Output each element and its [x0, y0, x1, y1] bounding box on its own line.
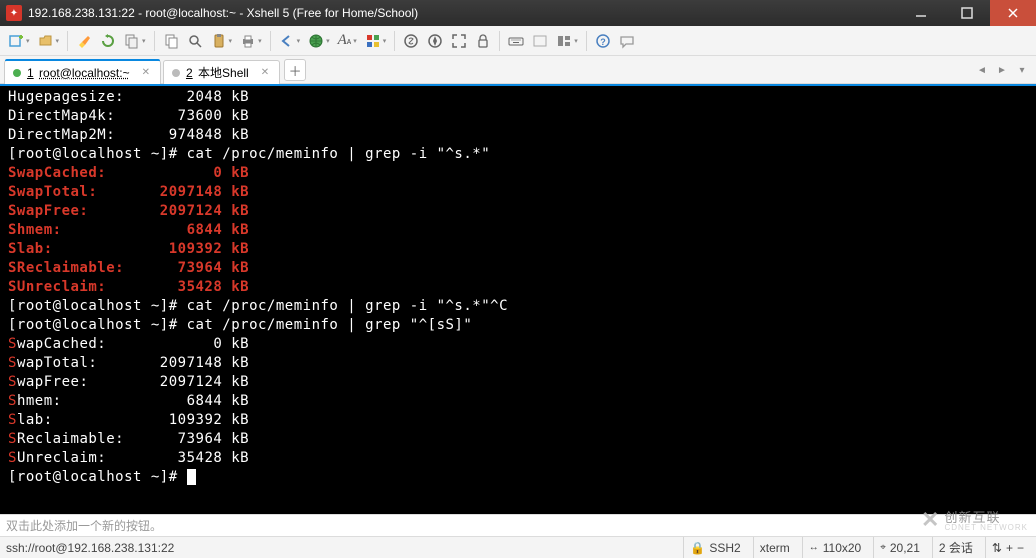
status-size: 110x20 — [823, 541, 861, 555]
lock-icon: 🔒 — [690, 541, 705, 555]
blank-button[interactable] — [528, 29, 552, 53]
chevron-down-icon: ▾ — [229, 37, 233, 45]
tab-session-1[interactable]: 1 root@localhost:~ ✕ — [4, 60, 161, 84]
tab-next-button[interactable]: ► — [992, 60, 1012, 80]
chevron-down-icon: ▾ — [353, 37, 357, 45]
chevron-down-icon: ▾ — [258, 37, 262, 45]
fullscreen-button[interactable] — [447, 29, 471, 53]
copy-button[interactable] — [159, 29, 183, 53]
toolbar: ▾ ▾ ▾ ▾ ▾ ▾ ▾ Aᴀ▾ ▾ ▾ ? — [0, 26, 1036, 56]
print-button[interactable]: ▾ — [236, 29, 266, 53]
app-icon: ✦ — [6, 5, 22, 21]
back-button[interactable]: ▾ — [275, 29, 305, 53]
color-button[interactable]: ▾ — [361, 29, 391, 53]
font-button[interactable]: Aᴀ▾ — [334, 29, 361, 53]
find-button[interactable] — [183, 29, 207, 53]
chevron-down-icon: ▾ — [574, 37, 578, 45]
tab-prev-button[interactable]: ◄ — [972, 60, 992, 80]
minus-icon: − — [1017, 541, 1024, 555]
tab-number: 2 — [186, 66, 193, 80]
tab-list-button[interactable]: ▾ — [1012, 60, 1032, 80]
tab-label: root@localhost:~ — [39, 66, 130, 80]
chevron-down-icon: ▾ — [297, 37, 301, 45]
tab-close-button[interactable]: ✕ — [261, 67, 269, 78]
tabbar: 1 root@localhost:~ ✕ 2 本地Shell ✕ ＋ ◄ ► ▾ — [0, 56, 1036, 84]
panes-button[interactable]: ▾ — [552, 29, 582, 53]
keyboard-button[interactable] — [504, 29, 528, 53]
script-button[interactable] — [399, 29, 423, 53]
tab-number: 1 — [27, 66, 34, 80]
tab-session-2[interactable]: 2 本地Shell ✕ — [163, 60, 280, 84]
plus-icon: + — [1006, 541, 1013, 555]
chevron-down-icon: ▾ — [142, 37, 146, 45]
status-lock: 🔒 SSH2 — [683, 537, 746, 558]
toolbar-separator — [270, 31, 271, 51]
properties-button[interactable]: ▾ — [120, 29, 150, 53]
window-buttons — [898, 0, 1036, 26]
chevron-down-icon: ▾ — [383, 37, 387, 45]
globe-button[interactable]: ▾ — [304, 29, 334, 53]
toolbar-separator — [154, 31, 155, 51]
tab-nav: ◄ ► ▾ — [972, 60, 1032, 80]
status-dot-connected-icon — [13, 69, 21, 77]
compass-button[interactable] — [423, 29, 447, 53]
titlebar-text: 192.168.238.131:22 - root@localhost:~ - … — [28, 6, 898, 20]
tab-close-button[interactable]: ✕ — [142, 67, 150, 78]
minimize-button[interactable] — [898, 0, 944, 26]
new-session-button[interactable]: ▾ — [4, 29, 34, 53]
status-proto: SSH2 — [709, 541, 740, 555]
lock-button[interactable] — [471, 29, 495, 53]
chevron-down-icon: ▾ — [326, 37, 330, 45]
chevron-down-icon: ▾ — [56, 37, 60, 45]
status-term: xterm — [753, 537, 796, 558]
terminal[interactable]: Hugepagesize: 2048 kBDirectMap4k: 73600 … — [0, 86, 1036, 514]
svg-text:?: ? — [600, 37, 606, 47]
watermark-sub: CDNET NETWORK — [944, 523, 1028, 532]
close-button[interactable] — [990, 0, 1036, 26]
maximize-button[interactable] — [944, 0, 990, 26]
status-pos: 20,21 — [890, 541, 920, 555]
feedback-button[interactable] — [615, 29, 639, 53]
toolbar-separator — [67, 31, 68, 51]
statusbar: ssh://root@192.168.238.131:22 🔒 SSH2 xter… — [0, 536, 1036, 558]
compose-bar[interactable]: 双击此处添加一个新的按钮。 — [0, 514, 1036, 536]
toolbar-separator — [586, 31, 587, 51]
highlight-button[interactable] — [72, 29, 96, 53]
status-sessions: 2 会话 — [932, 537, 979, 558]
titlebar: ✦ 192.168.238.131:22 - root@localhost:~ … — [0, 0, 1036, 26]
resize-icon: ↔ — [809, 542, 819, 553]
status-dot-idle-icon — [172, 69, 180, 77]
paste-button[interactable]: ▾ — [207, 29, 237, 53]
help-button[interactable]: ? — [591, 29, 615, 53]
tab-add-button[interactable]: ＋ — [284, 59, 306, 81]
toolbar-separator — [394, 31, 395, 51]
toolbar-separator — [499, 31, 500, 51]
cursor-icon: ⌖ — [880, 542, 886, 553]
watermark-x-icon: ✕ — [921, 513, 940, 527]
watermark: ✕ 创新互联 CDNET NETWORK — [921, 507, 1028, 532]
tab-label: 本地Shell — [198, 66, 249, 80]
compose-placeholder: 双击此处添加一个新的按钮。 — [6, 517, 162, 534]
arrows-icon: ⇅ — [992, 541, 1002, 555]
open-button[interactable]: ▾ — [34, 29, 64, 53]
chevron-down-icon: ▾ — [26, 37, 30, 45]
status-path: ssh://root@192.168.238.131:22 — [6, 541, 677, 555]
reconnect-button[interactable] — [96, 29, 120, 53]
